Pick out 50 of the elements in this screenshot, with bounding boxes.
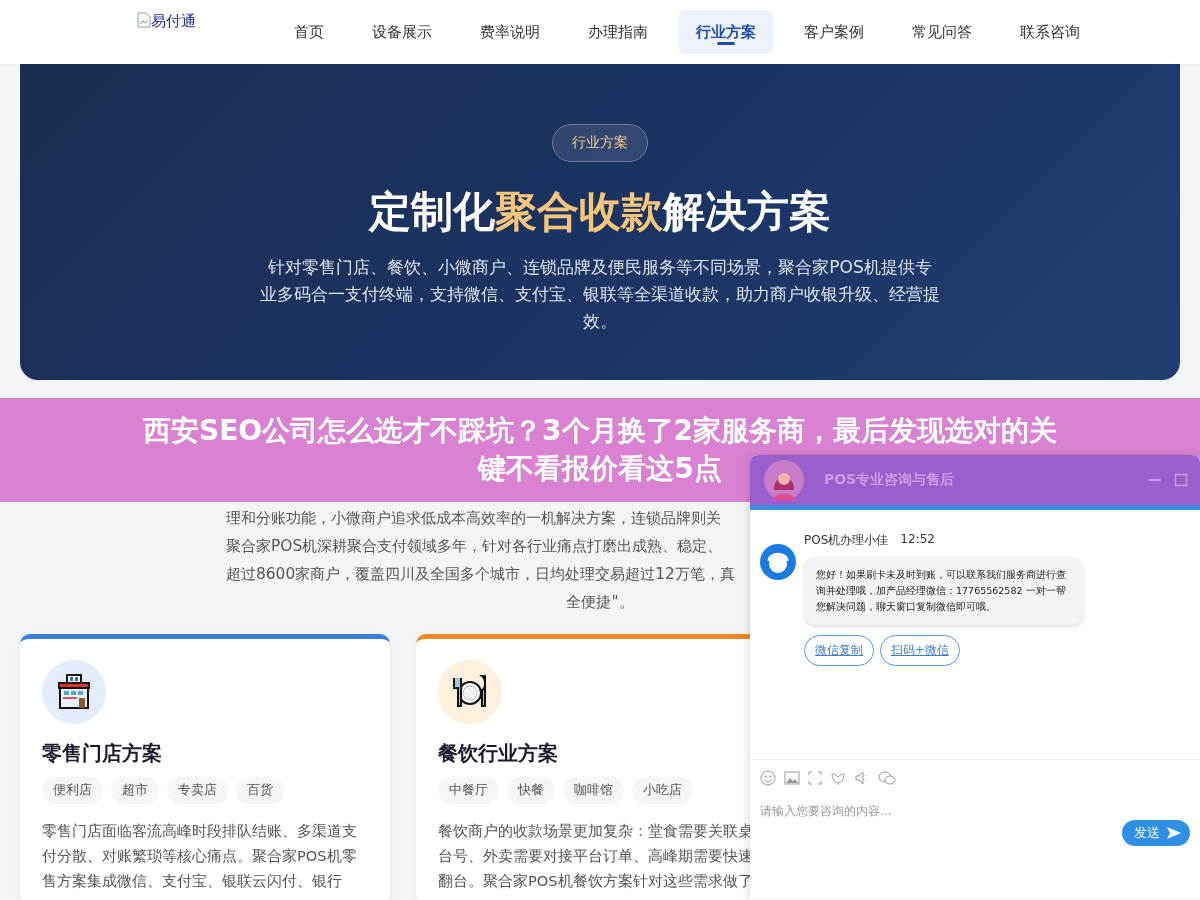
- nav-tab[interactable]: 行业方案: [679, 10, 773, 54]
- nav-tab[interactable]: 费率说明: [463, 10, 557, 54]
- tag: 中餐厅: [438, 777, 499, 804]
- hero-title: 定制化聚合收款解决方案: [369, 186, 831, 238]
- wechat-icon[interactable]: [878, 770, 896, 786]
- screenshot-icon[interactable]: [808, 771, 822, 785]
- card-title: 零售门店方案: [42, 740, 163, 767]
- card-description: 付分散、对账繁琐等核心痛点。聚合家POS机零: [42, 846, 358, 866]
- quick-action-button[interactable]: 微信复制: [804, 635, 874, 666]
- chat-title: POS专业咨询与售后: [824, 471, 956, 489]
- nav-tab[interactable]: 客户案例: [787, 10, 881, 54]
- nav-tab[interactable]: 首页: [277, 10, 341, 54]
- intro-text: 理和分账功能，小微商户追求低成本高效率的一机解决方案，连锁品牌则关: [226, 509, 721, 527]
- send-icon: [1166, 826, 1182, 840]
- message-time: 12:52: [900, 532, 935, 548]
- avatar-icon: [764, 460, 804, 500]
- image-icon[interactable]: [784, 771, 800, 785]
- hero-badge: 行业方案: [552, 124, 648, 162]
- tag: 超市: [111, 777, 159, 804]
- tag: 百货: [236, 777, 284, 804]
- emoji-icon[interactable]: [760, 770, 776, 786]
- card-description: 翻台。聚合家POS机餐饮方案针对这些需求做了: [438, 871, 754, 891]
- hero-description: 针对零售门店、餐饮、小微商户、连锁品牌及便民服务等不同场景，聚合家POS机提供专业多码合一支付终端，支持微信、支付宝、银联等全渠道收款，助力商户收银升级、经营提效。: [260, 256, 940, 333]
- nav-tab[interactable]: 常见问答: [895, 10, 989, 54]
- card-description: 售方案集成微信、支付宝、银联云闪付、银行: [42, 871, 343, 891]
- card-title: 餐饮行业方案: [438, 740, 559, 767]
- tag: 咖啡馆: [563, 777, 624, 804]
- headline-text: 西安SEO公司怎么选才不踩坑？3个月换了2家服务商，最后发现选对的关: [142, 413, 1058, 449]
- nav-tab[interactable]: 办理指南: [571, 10, 665, 54]
- intro-text: 聚合家POS机深耕聚合支付领域多年，针对各行业痛点打磨出成熟、稳定、: [226, 537, 723, 555]
- agent-avatar-icon: [760, 544, 796, 580]
- tag: 小吃店: [632, 777, 693, 804]
- agent-name: POS机办理小佳: [804, 532, 889, 549]
- logo-alt-text[interactable]: 易付通: [151, 12, 196, 31]
- store-icon: [55, 673, 93, 711]
- nav-tab[interactable]: 联系咨询: [1003, 10, 1097, 54]
- nav-tab[interactable]: 设备展示: [355, 10, 449, 54]
- card-description: 零售门店面临客流高峰时段排队结账、多渠道支: [42, 821, 358, 841]
- speaker-icon[interactable]: [854, 770, 870, 786]
- intro-text: 超过8600家商户，覆盖四川及全国多个城市，日均处理交易超过12万笔，真: [226, 565, 735, 583]
- tag: 快餐: [507, 777, 555, 804]
- tag: 便利店: [42, 777, 103, 804]
- quick-action-button[interactable]: 扫码+微信: [880, 635, 960, 666]
- message-bubble: 您好！如果刷卡未及时到账，可以联系我们服务商进行查询并处理哦，加产品经理微信：17765562582 一对一帮您解决问题，聊天窗口复制微信即可哦。: [804, 557, 1083, 625]
- intro-text: 全便捷"。: [566, 593, 634, 611]
- card-description: 餐饮商户的收款场景更加复杂：堂食需要关联桌: [438, 821, 754, 841]
- headline-text: 键不看报价看这5点: [478, 451, 722, 487]
- maximize-icon[interactable]: [1174, 473, 1188, 487]
- tag: 专卖店: [167, 777, 228, 804]
- broken-image-icon: [137, 12, 151, 28]
